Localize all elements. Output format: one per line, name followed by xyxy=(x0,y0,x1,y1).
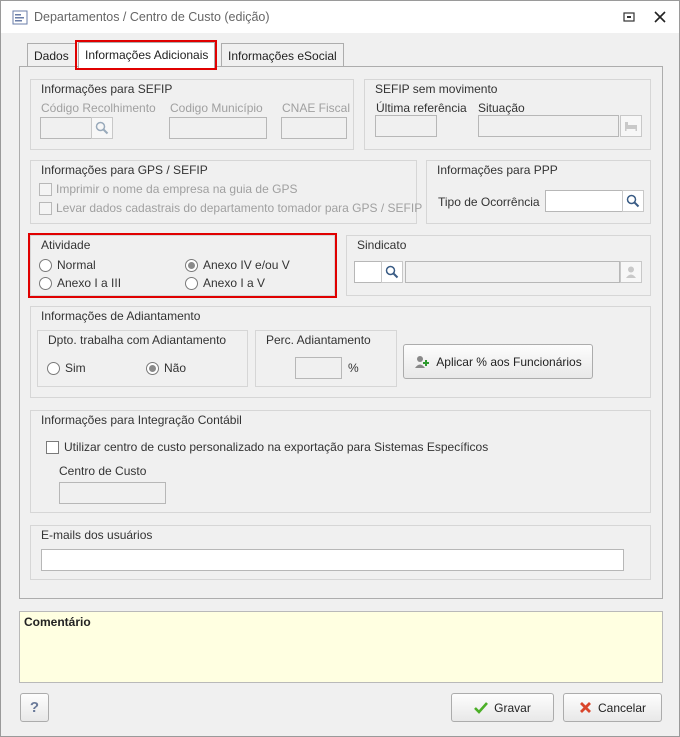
person-icon xyxy=(626,266,636,278)
tab-informacoes-esocial[interactable]: Informações eSocial xyxy=(221,43,344,67)
help-button[interactable]: ? xyxy=(20,693,49,722)
radio-anexo-i-v[interactable] xyxy=(185,277,198,290)
save-button[interactable]: Gravar xyxy=(451,693,554,722)
centro-custo-personalizado-checkbox[interactable] xyxy=(46,441,59,454)
sindicato-person-button[interactable] xyxy=(620,261,642,283)
group-title: Informações para Integração Contábil xyxy=(41,413,242,427)
title-bar: Departamentos / Centro de Custo (edição) xyxy=(1,1,679,33)
radio-normal[interactable] xyxy=(39,259,52,272)
tab-label: Dados xyxy=(34,49,69,63)
app-icon xyxy=(12,10,28,25)
search-icon xyxy=(95,121,109,135)
group-title: Atividade xyxy=(41,238,91,252)
group-title: Informações de Adiantamento xyxy=(41,309,201,323)
dialog-window: Departamentos / Centro de Custo (edição)… xyxy=(0,0,680,737)
cancel-button[interactable]: Cancelar xyxy=(563,693,662,722)
restore-icon[interactable] xyxy=(621,10,637,24)
group-title: Informações para SEFIP xyxy=(41,82,173,96)
tab-label: Informações Adicionais xyxy=(85,48,209,62)
radio-sim-label: Sim xyxy=(65,361,86,375)
add-person-icon xyxy=(415,355,430,368)
radio-anexo-iv-v-label: Anexo IV e/ou V xyxy=(203,258,290,272)
centro-custo-personalizado-label: Utilizar centro de custo personalizado n… xyxy=(64,440,489,454)
group-title: Sindicato xyxy=(357,238,407,252)
tipo-ocorrencia-input[interactable] xyxy=(545,190,623,212)
sindicato-name-input[interactable] xyxy=(405,261,620,283)
group-title: Informações para GPS / SEFIP xyxy=(41,163,208,177)
levar-dados-label: Levar dados cadastrais do departamento t… xyxy=(56,201,423,215)
tipo-ocorrencia-label: Tipo de Ocorrência xyxy=(438,195,540,209)
window-title: Departamentos / Centro de Custo (edição) xyxy=(34,10,270,24)
ultima-referencia-input[interactable] xyxy=(375,115,437,137)
percent-sign: % xyxy=(348,361,359,375)
tab-label: Informações eSocial xyxy=(228,49,337,63)
tipo-ocorrencia-search-button[interactable] xyxy=(622,190,644,212)
codigo-municipio-input[interactable] xyxy=(169,117,267,139)
radio-anexo-i-iii-label: Anexo I a III xyxy=(57,276,122,290)
tab-dados[interactable]: Dados xyxy=(27,43,76,67)
check-icon xyxy=(474,701,489,714)
tab-informacoes-adicionais[interactable]: Informações Adicionais xyxy=(78,42,216,68)
comment-label: Comentário xyxy=(24,615,91,629)
cancel-x-icon xyxy=(579,702,591,713)
bed-icon xyxy=(625,122,637,131)
cnae-input[interactable] xyxy=(281,117,347,139)
group-title: Informações para PPP xyxy=(437,163,558,177)
search-icon xyxy=(626,194,640,208)
situacao-input[interactable] xyxy=(478,115,619,137)
aplicar-funcionarios-label: Aplicar % aos Funcionários xyxy=(436,354,582,369)
cnae-label: CNAE Fiscal xyxy=(282,101,351,115)
dpto-adiantamento-group: Dpto. trabalha com Adiantamento xyxy=(37,330,248,387)
aplicar-funcionarios-button[interactable]: Aplicar % aos Funcionários xyxy=(403,344,593,379)
sindicato-search-button[interactable] xyxy=(381,261,403,283)
cancel-label: Cancelar xyxy=(597,700,647,715)
radio-anexo-iv-v[interactable] xyxy=(185,259,198,272)
sindicato-code-input[interactable] xyxy=(354,261,382,283)
situacao-button[interactable] xyxy=(620,115,642,137)
imprimir-nome-checkbox[interactable] xyxy=(39,183,52,196)
levar-dados-checkbox[interactable] xyxy=(39,202,52,215)
group-title: Perc. Adiantamento xyxy=(266,333,371,347)
codigo-municipio-label: Codigo Município xyxy=(170,101,263,115)
search-icon xyxy=(385,265,399,279)
situacao-label: Situação xyxy=(478,101,525,115)
save-label: Gravar xyxy=(494,700,531,715)
group-title: Dpto. trabalha com Adiantamento xyxy=(48,333,227,347)
group-title: SEFIP sem movimento xyxy=(375,82,498,96)
centro-custo-label: Centro de Custo xyxy=(59,464,147,478)
emails-input[interactable] xyxy=(41,549,624,571)
radio-anexo-i-iii[interactable] xyxy=(39,277,52,290)
ultima-referencia-label: Última referência xyxy=(376,101,467,115)
imprimir-nome-label: Imprimir o nome da empresa na guia de GP… xyxy=(56,182,298,196)
centro-custo-input[interactable] xyxy=(59,482,166,504)
codigo-recolhimento-label: Código Recolhimento xyxy=(41,101,156,115)
codigo-recolhimento-search-button[interactable] xyxy=(91,117,113,139)
perc-adiantamento-input[interactable] xyxy=(295,357,342,379)
group-title: E-mails dos usuários xyxy=(41,528,153,542)
close-icon[interactable] xyxy=(652,10,668,24)
comment-textarea[interactable]: Comentário xyxy=(19,611,663,683)
radio-nao-label: Não xyxy=(164,361,187,375)
radio-anexo-i-v-label: Anexo I a V xyxy=(203,276,266,290)
help-icon: ? xyxy=(29,699,40,716)
radio-nao[interactable] xyxy=(146,362,159,375)
codigo-recolhimento-input[interactable] xyxy=(40,117,92,139)
radio-sim[interactable] xyxy=(47,362,60,375)
radio-normal-label: Normal xyxy=(57,258,96,272)
